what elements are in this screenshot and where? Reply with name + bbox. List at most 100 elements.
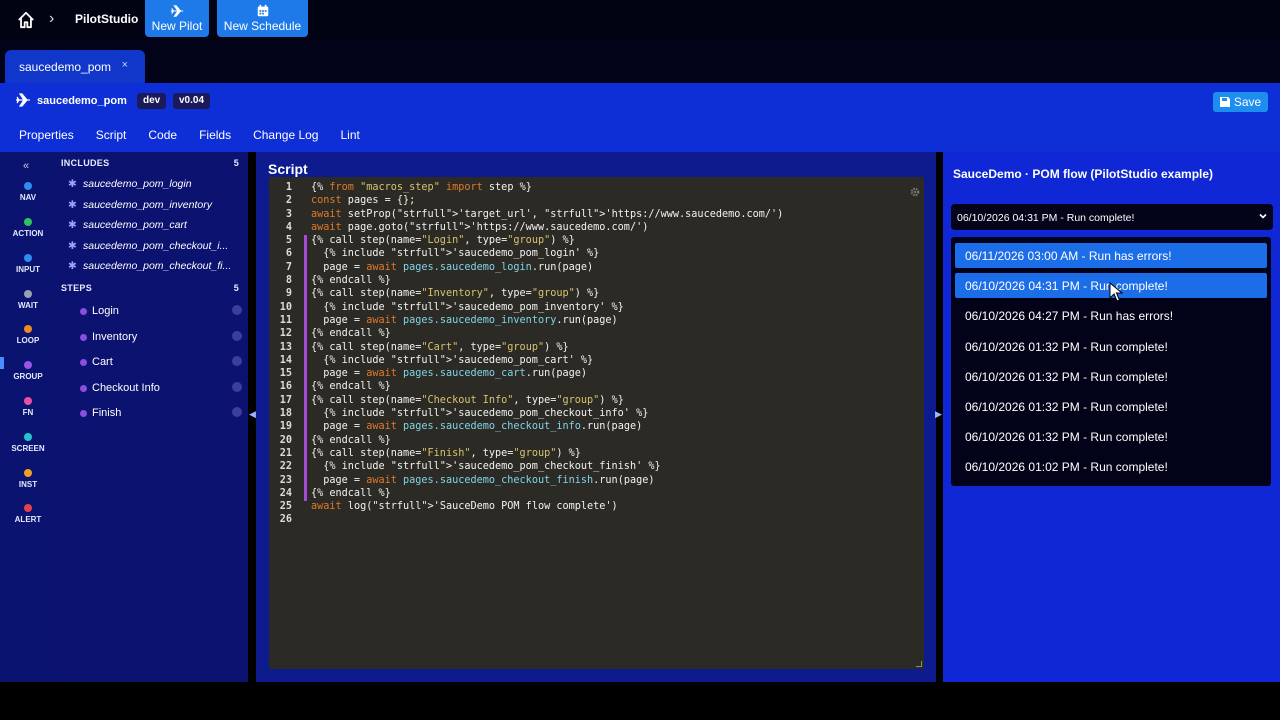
- step-item-label: Checkout Info: [92, 381, 160, 394]
- block-marker: [304, 328, 307, 342]
- step-status-icon: [232, 356, 242, 366]
- step-status-icon: [232, 305, 242, 315]
- step-status-icon: [232, 381, 242, 392]
- group-dot-icon: [80, 308, 87, 315]
- run-option[interactable]: 06/11/2026 03:00 AM - Run has errors!: [955, 243, 1267, 268]
- line-number: 15: [279, 368, 292, 380]
- rail-item-fn[interactable]: FN: [0, 397, 56, 417]
- collapse-left-icon[interactable]: ◀: [249, 409, 256, 420]
- run-option[interactable]: 06/10/2026 04:27 PM - Run has errors!: [955, 303, 1267, 328]
- puzzle-icon: ✱: [68, 198, 77, 211]
- tab-saucedemo-pom[interactable]: saucedemo_pom ×: [5, 50, 145, 83]
- step-status-icon: [232, 407, 242, 417]
- code-text: page = await pages.saucedemo_checkout_fi…: [311, 474, 655, 486]
- line-number: 16: [279, 381, 292, 393]
- run-option[interactable]: 06/10/2026 01:02 PM - Run complete!: [955, 454, 1267, 479]
- include-item[interactable]: ✱ saucedemo_pom_checkout_i...: [68, 240, 228, 252]
- code-text: await log("strfull">'SauceDemo POM flow …: [311, 501, 618, 513]
- run-option[interactable]: 06/10/2026 01:32 PM - Run complete!: [955, 364, 1267, 389]
- code-text: {% endcall %}: [311, 487, 391, 499]
- include-item-label: saucedemo_pom_checkout_fi...: [83, 260, 232, 272]
- mouse-cursor-icon: [1109, 282, 1123, 302]
- resize-handle[interactable]: [916, 661, 922, 667]
- includes-header: INCLUDES 5: [61, 158, 245, 168]
- include-item-label: saucedemo_pom_checkout_i...: [83, 239, 229, 252]
- block-marker: [304, 341, 307, 355]
- rail-item-label: WAIT: [18, 301, 38, 310]
- project-header: saucedemo_pom dev v0.04 Save Properties …: [0, 83, 1280, 152]
- rail-item-screen[interactable]: SCREEN: [0, 433, 56, 453]
- collapse-right-icon[interactable]: ▶: [935, 409, 942, 420]
- line-number: 18: [279, 408, 292, 420]
- block-marker: [304, 474, 307, 488]
- rail-item-wait[interactable]: WAIT: [0, 290, 56, 310]
- gear-icon[interactable]: [910, 187, 920, 197]
- code-text: page = await pages.saucedemo_cart.run(pa…: [311, 368, 588, 380]
- code-text: {% call step(name="Inventory", type="gro…: [311, 288, 600, 300]
- env-badge: dev: [137, 93, 167, 109]
- run-option[interactable]: 06/10/2026 01:32 PM - Run complete!: [955, 334, 1267, 359]
- block-marker: [304, 421, 307, 435]
- chevron-right-icon: ›: [49, 10, 55, 27]
- line-number: 25: [279, 501, 292, 513]
- block-marker: [304, 288, 307, 302]
- line-number: 2: [285, 195, 292, 207]
- line-number: 23: [279, 474, 292, 486]
- plane-icon: [170, 5, 184, 17]
- nav-tabs: Properties Script Code Fields Change Log…: [0, 128, 360, 150]
- rail-item-loop[interactable]: LOOP: [0, 325, 56, 345]
- rail-item-label: GROUP: [13, 372, 43, 381]
- run-select-value: 06/10/2026 04:31 PM - Run complete!: [957, 212, 1135, 224]
- include-item[interactable]: ✱ saucedemo_pom_login: [68, 178, 192, 190]
- block-marker: [304, 301, 307, 315]
- include-item[interactable]: ✱ saucedemo_pom_inventory: [68, 199, 212, 211]
- rail-item-action[interactable]: ACTION: [0, 218, 56, 238]
- rail-item-label: INPUT: [16, 265, 40, 274]
- line-number: 11: [279, 314, 292, 326]
- tab-script[interactable]: Script: [96, 128, 127, 150]
- include-item[interactable]: ✱ saucedemo_pom_checkout_fi...: [68, 260, 231, 272]
- run-option[interactable]: 06/10/2026 01:32 PM - Run complete!: [955, 394, 1267, 419]
- rail-dot-icon: [24, 397, 32, 405]
- script-title: Script: [268, 161, 308, 177]
- rail-item-inst[interactable]: INST: [0, 469, 56, 489]
- new-schedule-button[interactable]: New Schedule: [217, 0, 308, 37]
- includes-count: 5: [233, 158, 239, 168]
- block-marker: [304, 368, 307, 382]
- save-button[interactable]: Save: [1213, 92, 1268, 112]
- bottom-bar: [0, 682, 1280, 720]
- tab-code[interactable]: Code: [148, 128, 177, 150]
- line-number: 19: [279, 421, 292, 433]
- block-marker: [304, 461, 307, 475]
- rail-item-group[interactable]: GROUP: [0, 361, 56, 381]
- app-name[interactable]: PilotStudio: [75, 12, 138, 26]
- new-pilot-button[interactable]: New Pilot: [145, 0, 209, 37]
- rail-dot-icon: [24, 254, 32, 262]
- code-text: {% endcall %}: [311, 328, 391, 340]
- block-marker: [304, 447, 307, 462]
- code-editor[interactable]: 1 {% from "macros_step" import step %} 2 co…: [269, 177, 924, 669]
- puzzle-icon: ✱: [68, 260, 77, 272]
- run-select[interactable]: 06/10/2026 04:31 PM - Run complete!: [951, 204, 1273, 230]
- line-number: 10: [279, 301, 292, 313]
- rail-item-input[interactable]: INPUT: [0, 254, 56, 274]
- collapse-icon[interactable]: «: [23, 160, 29, 172]
- rail-item-nav[interactable]: NAV: [0, 182, 56, 202]
- top-bar: › PilotStudio New Pilot New Schedule: [0, 0, 1280, 40]
- rail-item-label: LOOP: [16, 336, 40, 345]
- close-icon[interactable]: ×: [122, 59, 128, 71]
- run-option[interactable]: 06/10/2026 01:32 PM - Run complete!: [955, 424, 1267, 449]
- rail-item-alert[interactable]: ALERT: [0, 504, 56, 524]
- tab-lint[interactable]: Lint: [340, 128, 359, 150]
- home-icon[interactable]: [17, 11, 35, 29]
- rail-dot-icon: [24, 290, 32, 298]
- puzzle-icon: ✱: [68, 178, 77, 190]
- tab-change-log[interactable]: Change Log: [253, 128, 318, 150]
- code-text: {% include "strfull">'saucedemo_pom_logi…: [311, 248, 600, 260]
- tab-fields[interactable]: Fields: [199, 128, 231, 150]
- step-type-rail: « NAV ACTION INPUT WAIT LOOP GROUP FN SCREEN INS…: [0, 152, 56, 682]
- tab-properties[interactable]: Properties: [19, 128, 74, 150]
- line-number: 5: [285, 235, 292, 247]
- include-item[interactable]: ✱ saucedemo_pom_cart: [68, 219, 187, 231]
- rail-dot-icon: [24, 218, 32, 226]
